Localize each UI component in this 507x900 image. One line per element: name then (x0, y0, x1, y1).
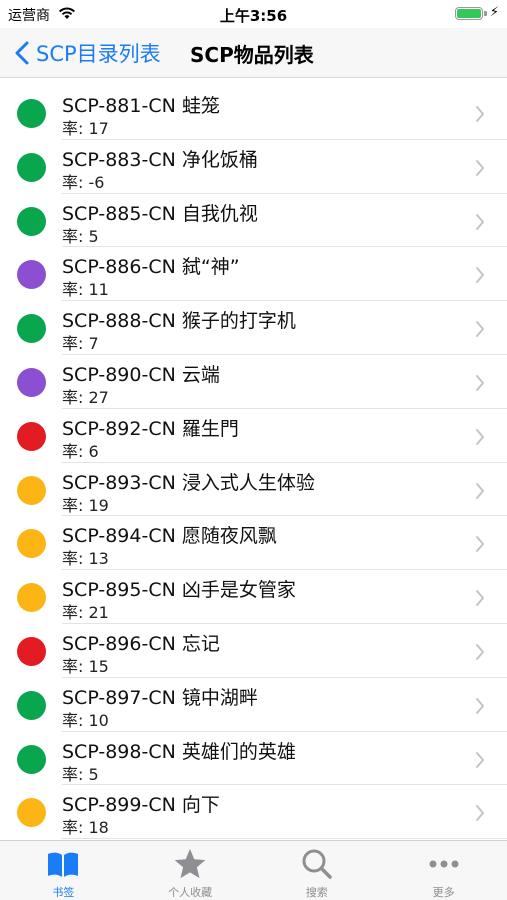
chevron-right-icon (476, 267, 484, 284)
list-item[interactable]: SCP-896-CN 忘记 率: 15 (0, 623, 507, 678)
object-class-indicator (17, 314, 46, 344)
battery-cap (484, 11, 487, 16)
object-class-indicator (17, 636, 46, 666)
item-rate: 率: 13 (62, 549, 109, 569)
scp-item-list[interactable]: SCP-881-CN 蛙笼 率: 17 SCP-883-CN 净化饭桶 率: -6 SC… (0, 80, 507, 840)
list-item[interactable]: SCP-881-CN 蛙笼 率: 17 (0, 86, 507, 140)
object-class-indicator (17, 206, 46, 236)
chevron-right-icon (476, 482, 484, 499)
list-item[interactable]: SCP-890-CN 云端 率: 27 (0, 354, 507, 409)
item-title: SCP-893-CN 浸入式人生体验 (62, 471, 315, 494)
list-item[interactable]: SCP-899-CN 向下 率: 18 (0, 785, 507, 840)
item-rate: 率: 21 (62, 603, 109, 623)
list-item[interactable]: SCP-888-CN 猴子的打字机 率: 7 (0, 301, 507, 355)
item-rate: 率: 7 (62, 334, 99, 354)
list-item[interactable]: SCP-892-CN 羅生門 率: 6 (0, 408, 507, 463)
item-rate: 率: 11 (62, 280, 109, 300)
tab-search[interactable]: 搜索 (254, 841, 381, 900)
item-title: SCP-892-CN 羅生門 (62, 417, 239, 440)
book-icon (48, 852, 79, 877)
item-title: SCP-899-CN 向下 (62, 794, 220, 817)
status-bar: 运营商 上午3:56 ⚡ (0, 0, 507, 28)
item-rate: 率: -6 (62, 172, 105, 192)
chevron-right-icon (476, 106, 484, 122)
list-item[interactable]: SCP-885-CN 自我仇视 率: 5 (0, 193, 507, 248)
item-rate: 率: 5 (62, 764, 99, 784)
item-rate: 率: 10 (62, 710, 109, 730)
object-class-indicator (17, 475, 46, 505)
chevron-right-icon (476, 590, 484, 607)
item-title: SCP-883-CN 净化饭桶 (62, 148, 258, 171)
item-title: SCP-898-CN 英雄们的英雄 (62, 740, 296, 763)
object-class-indicator (17, 421, 46, 451)
tab-bookmarks[interactable]: 书签 (0, 841, 127, 900)
item-title: SCP-885-CN 自我仇视 (62, 202, 258, 225)
chevron-right-icon (476, 805, 484, 822)
chevron-right-icon (476, 536, 484, 553)
chevron-right-icon (476, 374, 484, 391)
chevron-right-icon (476, 643, 484, 660)
object-class-indicator (17, 367, 46, 397)
object-class-indicator (17, 690, 46, 720)
list-item[interactable]: SCP-893-CN 浸入式人生体验 率: 19 (0, 462, 507, 517)
object-class-indicator (17, 529, 46, 559)
item-title: SCP-890-CN 云端 (62, 363, 220, 386)
back-button[interactable]: SCP目录列表 (12, 37, 161, 69)
item-rate: 率: 19 (62, 495, 109, 515)
item-title: SCP-888-CN 猴子的打字机 (62, 310, 296, 333)
battery-icon (455, 7, 483, 20)
tab-label: 更多 (432, 886, 455, 899)
tab-favorites[interactable]: 个人收藏 (127, 841, 254, 900)
chevron-right-icon (476, 321, 484, 338)
tab-label: 搜索 (305, 886, 328, 899)
item-rate: 率: 6 (62, 441, 99, 461)
navigation-bar: SCP目录列表 SCP物品列表 (0, 28, 507, 78)
object-class-indicator (17, 152, 46, 182)
item-rate: 率: 27 (62, 387, 109, 407)
item-title: SCP-897-CN 镜中湖畔 (62, 686, 258, 709)
chevron-right-icon (476, 751, 484, 768)
item-rate: 率: 18 (62, 818, 109, 838)
chevron-right-icon (476, 697, 484, 714)
list-item[interactable]: SCP-895-CN 凶手是女管家 率: 21 (0, 570, 507, 624)
list-item[interactable]: SCP-883-CN 净化饭桶 率: -6 (0, 139, 507, 194)
chevron-right-icon (476, 159, 484, 176)
chevron-left-icon (15, 41, 29, 65)
item-title: SCP-895-CN 凶手是女管家 (62, 579, 296, 602)
object-class-indicator (17, 99, 46, 128)
search-icon (302, 849, 332, 879)
star-icon (174, 849, 206, 879)
chevron-right-icon (476, 428, 484, 445)
list-item[interactable]: SCP-897-CN 镜中湖畔 率: 10 (0, 677, 507, 732)
tab-more[interactable]: 更多 (380, 841, 507, 900)
item-title: SCP-896-CN 忘记 (62, 632, 220, 655)
chevron-right-icon (476, 213, 484, 230)
page-title: SCP物品列表 (190, 43, 314, 67)
object-class-indicator (17, 260, 46, 290)
item-title: SCP-881-CN 蛙笼 (62, 95, 220, 117)
list-item[interactable]: SCP-886-CN 弑“神” 率: 11 (0, 247, 507, 302)
item-title: SCP-894-CN 愿随夜风飘 (62, 525, 277, 548)
tab-label: 个人收藏 (168, 886, 213, 899)
list-item[interactable]: SCP-894-CN 愿随夜风飘 率: 13 (0, 516, 507, 571)
back-button-label: SCP目录列表 (36, 42, 161, 66)
object-class-indicator (17, 583, 46, 613)
object-class-indicator (17, 744, 46, 774)
tab-label: 书签 (52, 886, 75, 899)
item-rate: 率: 17 (62, 119, 109, 138)
tab-bar: 书签 个人收藏 搜索 更多 (0, 840, 507, 900)
list-item[interactable]: SCP-898-CN 英雄们的英雄 率: 5 (0, 731, 507, 786)
object-class-indicator (17, 798, 46, 828)
status-time: 上午3:56 (219, 7, 288, 25)
item-rate: 率: 15 (62, 656, 109, 676)
item-title: SCP-886-CN 弑“神” (62, 256, 240, 279)
item-rate: 率: 5 (62, 226, 99, 246)
more-icon (429, 860, 459, 868)
app-screen: 运营商 上午3:56 ⚡ SCP目录列表 SCP物品列表 SCP-881-CN … (0, 0, 507, 900)
charging-bolt-icon: ⚡ (489, 5, 499, 20)
